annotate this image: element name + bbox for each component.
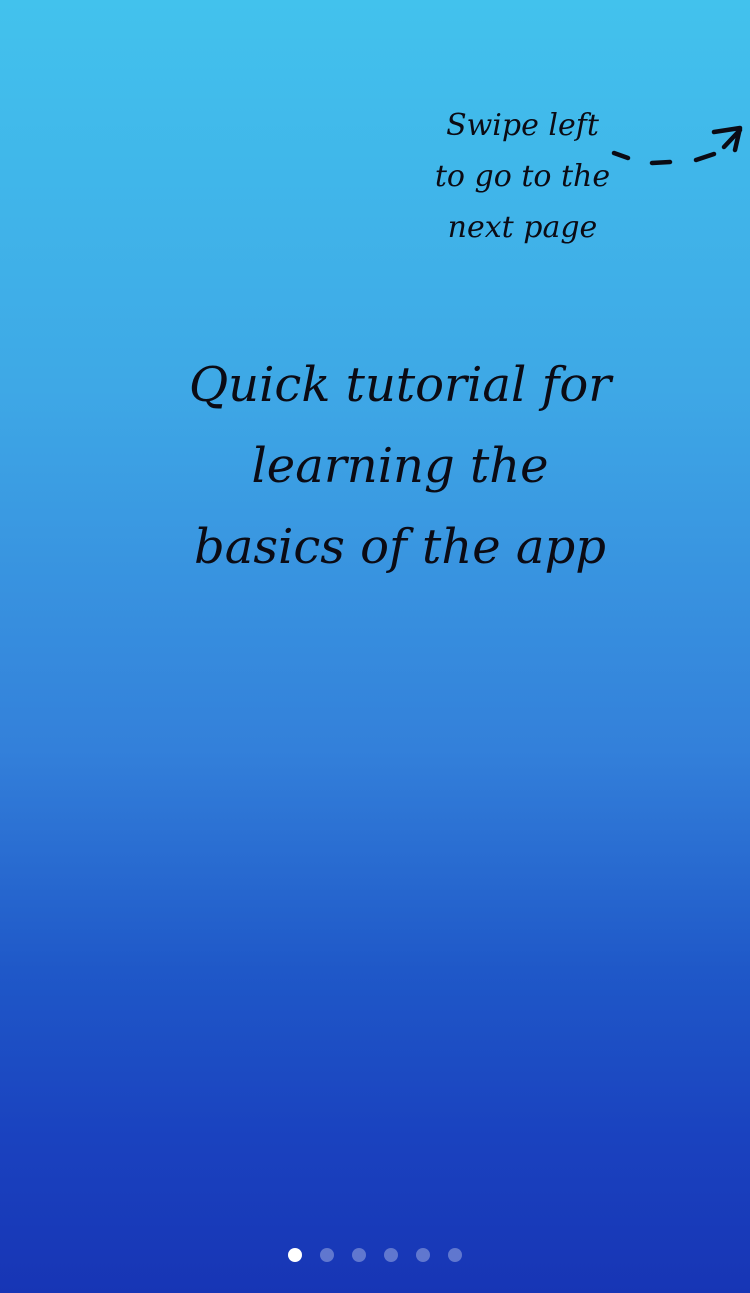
page-dot-4[interactable] (384, 1248, 398, 1262)
tutorial-screen[interactable]: Swipe left to go to the next page Quick … (0, 0, 750, 1293)
page-dot-2[interactable] (320, 1248, 334, 1262)
page-dot-3[interactable] (352, 1248, 366, 1262)
title-line-2: learning the (251, 438, 549, 494)
swipe-hint-line-3: next page (447, 210, 598, 245)
page-dot-1[interactable] (288, 1248, 302, 1262)
swipe-hint: Swipe left to go to the next page (410, 100, 635, 253)
swipe-hint-line-2: to go to the (434, 159, 611, 194)
title-line-3: basics of the app (194, 519, 606, 575)
page-dot-6[interactable] (448, 1248, 462, 1262)
tutorial-title: Quick tutorial for learning the basics o… (100, 345, 700, 588)
swipe-hint-line-1: Swipe left (446, 108, 599, 143)
page-dot-5[interactable] (416, 1248, 430, 1262)
dashed-arrow-icon (611, 125, 743, 166)
title-line-1: Quick tutorial for (188, 357, 612, 413)
page-indicator[interactable] (0, 1248, 750, 1264)
